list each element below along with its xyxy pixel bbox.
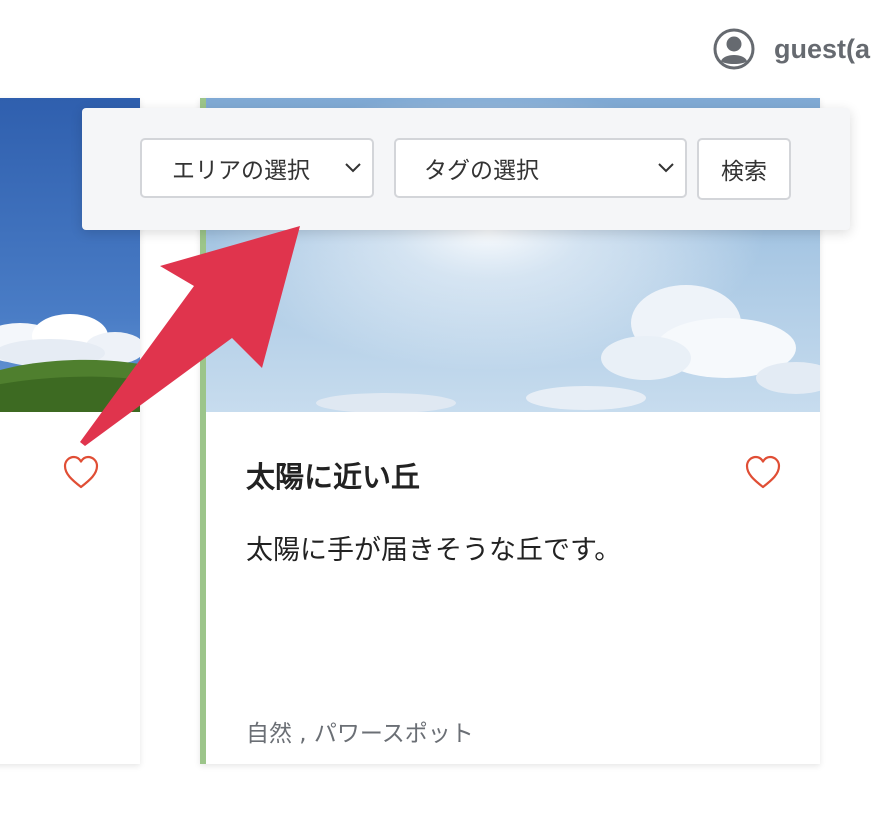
favorite-button[interactable] <box>744 454 782 490</box>
area-select[interactable]: エリアの選択 <box>140 138 374 198</box>
spot-tags: 自然 , パワースポット <box>246 721 474 747</box>
spot-title: 太陽に近い丘 <box>246 460 421 494</box>
heart-icon <box>745 455 781 489</box>
user-name: guest(a <box>774 33 871 64</box>
search-panel: エリアの選択 タグの選択 検索 <box>82 108 850 230</box>
tag-select[interactable]: タグの選択 <box>394 138 687 198</box>
chevron-down-icon <box>658 163 674 173</box>
chevron-down-icon <box>345 163 361 173</box>
favorite-button[interactable] <box>62 454 100 490</box>
spot-description: 太陽に手が届きそうな丘です。 <box>246 535 622 566</box>
area-select-label: エリアの選択 <box>172 158 310 184</box>
tag-select-label: タグの選択 <box>424 158 539 184</box>
search-button[interactable]: 検索 <box>697 138 791 200</box>
user-circle-icon <box>713 28 755 70</box>
user-menu[interactable]: guest(a <box>712 26 870 72</box>
heart-icon <box>63 455 99 489</box>
